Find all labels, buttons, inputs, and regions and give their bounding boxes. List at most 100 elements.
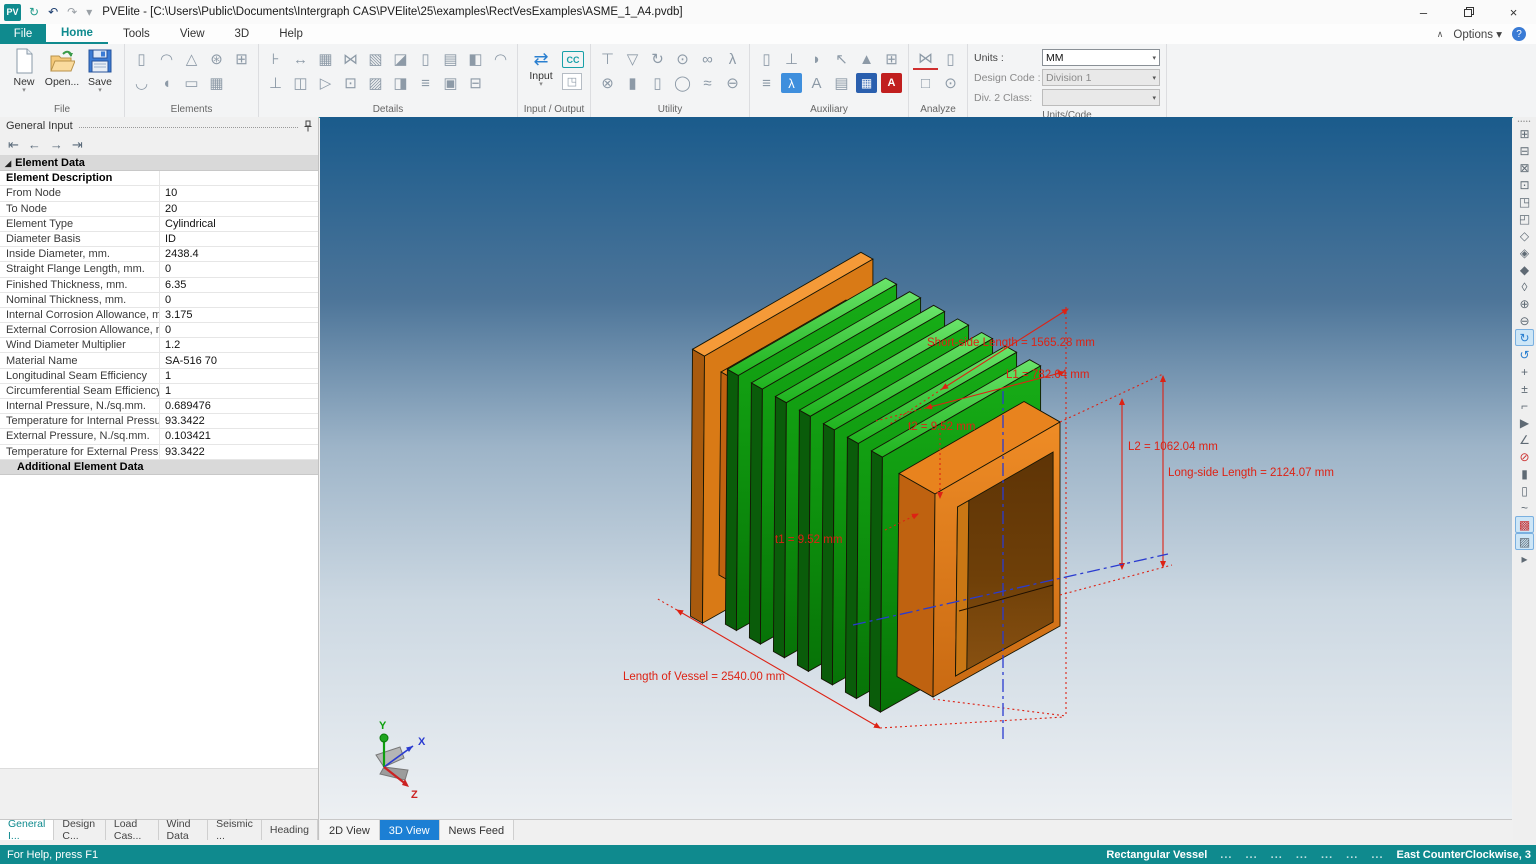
tab-tools[interactable]: Tools <box>108 24 165 44</box>
go-first-icon[interactable]: ⇤ <box>8 137 19 153</box>
restore-button[interactable] <box>1446 0 1491 24</box>
hopper-icon[interactable]: ▽ <box>620 48 645 70</box>
spin-axis-icon[interactable]: ↺ <box>1515 346 1534 363</box>
search-results-icon[interactable]: ⊙ <box>938 72 963 94</box>
zoom-2d-icon[interactable]: ⊙ <box>670 48 695 70</box>
panel-tab-general-i-[interactable]: General I... <box>0 820 54 840</box>
front-view-icon[interactable]: ⊟ <box>1515 142 1534 159</box>
insert-plate-icon[interactable]: ◪ <box>388 48 413 70</box>
select-region-icon[interactable]: ⌐ <box>1515 397 1534 414</box>
notes-icon[interactable]: ≡ <box>754 72 779 94</box>
export-report-icon[interactable]: ◳ <box>562 73 582 90</box>
binary-data-icon[interactable]: ⊞ <box>879 48 904 70</box>
tab-home[interactable]: Home <box>46 24 108 44</box>
measure-icon[interactable]: ∠ <box>1515 431 1534 448</box>
trend-chart-icon[interactable]: ≈ <box>695 72 720 94</box>
rotate-z-icon[interactable]: ◆ <box>1515 261 1534 278</box>
row-value-field[interactable]: 3.175 <box>160 309 318 321</box>
row-value-field[interactable]: 0.689476 <box>160 400 318 412</box>
view-tab-news-feed[interactable]: News Feed <box>440 820 515 841</box>
new-button[interactable]: New ▾ <box>8 48 40 93</box>
go-next-icon[interactable]: → <box>50 137 63 152</box>
bottom-view-icon[interactable]: ◰ <box>1515 210 1534 227</box>
nozzle-icon[interactable]: ↔ <box>288 48 313 70</box>
jacket-icon[interactable]: ▯ <box>413 48 438 70</box>
half-pipe-coil-icon[interactable]: ◠ <box>488 48 513 70</box>
minimize-button[interactable]: – <box>1401 0 1446 24</box>
shell-course-icon[interactable]: ▯ <box>645 72 670 94</box>
hide-component-icon[interactable]: ⊘ <box>1515 448 1534 465</box>
leg-support-icon[interactable]: ◫ <box>288 72 313 94</box>
input-button[interactable]: ⇄ Input ▾ <box>524 48 558 90</box>
sphere-icon[interactable]: ◯ <box>670 72 695 94</box>
analysis-error-check-icon[interactable]: ⋈ <box>913 48 938 70</box>
save-dropdown-caret[interactable]: ▾ <box>98 88 102 93</box>
corner-view-icon[interactable]: ◳ <box>1515 193 1534 210</box>
clear-output-icon[interactable]: □ <box>913 72 938 94</box>
more-options-icon[interactable]: ▸ <box>1515 550 1534 567</box>
panel-tab-load-cas-[interactable]: Load Cas... <box>106 820 159 840</box>
checklist-icon[interactable]: ▤ <box>829 72 854 94</box>
skirt-support-icon[interactable]: ▦ <box>204 72 229 94</box>
conical-element-icon[interactable]: △ <box>179 48 204 70</box>
orbit-icon[interactable]: ↻ <box>1515 329 1534 346</box>
new-dropdown-caret[interactable]: ▾ <box>22 88 26 93</box>
pipe-segment-icon[interactable]: ⊟ <box>463 72 488 94</box>
grid-section-header[interactable]: Additional Element Data <box>0 460 318 475</box>
redo-icon[interactable]: ↷ <box>67 5 77 19</box>
row-value-field[interactable]: 1 <box>160 370 318 382</box>
base-ring-icon[interactable]: ⊥ <box>263 72 288 94</box>
textured-view-icon[interactable]: ▨ <box>1515 533 1534 550</box>
elliptical-head-icon[interactable]: ◠ <box>154 48 179 70</box>
app-icon[interactable]: PV <box>4 4 21 21</box>
panel-tab-design-c-[interactable]: Design C... <box>54 820 106 840</box>
saddle-icon[interactable]: ⋈ <box>338 48 363 70</box>
options-menu[interactable]: Options ▾ <box>1453 27 1502 41</box>
input-dropdown-caret[interactable]: ▾ <box>539 82 543 87</box>
free-rotate-icon[interactable]: ◊ <box>1515 278 1534 295</box>
tab-file[interactable]: File <box>0 24 46 44</box>
stiffening-ring-icon[interactable]: ⊦ <box>263 48 288 70</box>
row-value-field[interactable]: 0.103421 <box>160 430 318 442</box>
save-button[interactable]: Save ▾ <box>84 48 116 93</box>
design-code-select[interactable]: Division 1▾ <box>1042 69 1160 86</box>
rotate-view-icon[interactable]: ↻ <box>645 48 670 70</box>
expander-icon[interactable]: ◢ <box>5 159 11 168</box>
pan-icon[interactable]: + <box>1515 363 1534 380</box>
rotate-y-icon[interactable]: ◈ <box>1515 244 1534 261</box>
3d-viewport[interactable]: Short-side Length = 1565.28 mm L1 = 782.… <box>320 117 1512 819</box>
iso-view-icon[interactable]: ⊞ <box>1515 125 1534 142</box>
clip-icon[interactable]: ◧ <box>463 48 488 70</box>
row-value-field[interactable]: Cylindrical <box>160 218 318 230</box>
tubesheet-icon[interactable]: ▦ <box>313 48 338 70</box>
lifting-lug-icon[interactable]: ◨ <box>388 72 413 94</box>
go-prev-icon[interactable]: ← <box>28 137 41 152</box>
show-outline-icon[interactable]: ▯ <box>1515 482 1534 499</box>
flat-head-icon[interactable]: ▭ <box>179 72 204 94</box>
row-value-field[interactable]: 0 <box>160 263 318 275</box>
go-last-icon[interactable]: ⇥ <box>72 137 83 153</box>
ship-icon[interactable]: ◗ <box>804 48 829 70</box>
torispherical-head-icon[interactable]: ◡ <box>129 72 154 94</box>
rotate-x-icon[interactable]: ◇ <box>1515 227 1534 244</box>
ring-girder-icon[interactable]: ⊡ <box>338 72 363 94</box>
div2-class-select[interactable]: ▾ <box>1042 89 1160 106</box>
top-view-icon[interactable]: ⊡ <box>1515 176 1534 193</box>
translate-icon[interactable]: A <box>804 72 829 94</box>
lambda-blue-icon[interactable]: λ <box>781 73 802 93</box>
panel-tab-seismic-[interactable]: Seismic ... <box>208 820 262 840</box>
row-value-field[interactable]: ID <box>160 233 318 245</box>
collapse-ribbon-icon[interactable]: ∧ <box>1437 29 1444 40</box>
help-icon[interactable]: ? <box>1512 27 1526 41</box>
linkage-icon[interactable]: ∞ <box>695 48 720 70</box>
close-button[interactable]: × <box>1491 0 1536 24</box>
grid-section-header[interactable]: ◢Element Data <box>0 156 318 171</box>
pdf-export-icon[interactable]: A <box>881 73 902 93</box>
row-value-field[interactable]: 0 <box>160 294 318 306</box>
row-value-field[interactable]: 1.2 <box>160 339 318 351</box>
row-value-field[interactable]: SA-516 70 <box>160 355 318 367</box>
row-value-field[interactable]: 93.3422 <box>160 446 318 458</box>
hemispherical-head-icon[interactable]: ◖ <box>154 72 179 94</box>
row-value-field[interactable]: 0 <box>160 324 318 336</box>
panel-tab-wind-data[interactable]: Wind Data <box>159 820 209 840</box>
